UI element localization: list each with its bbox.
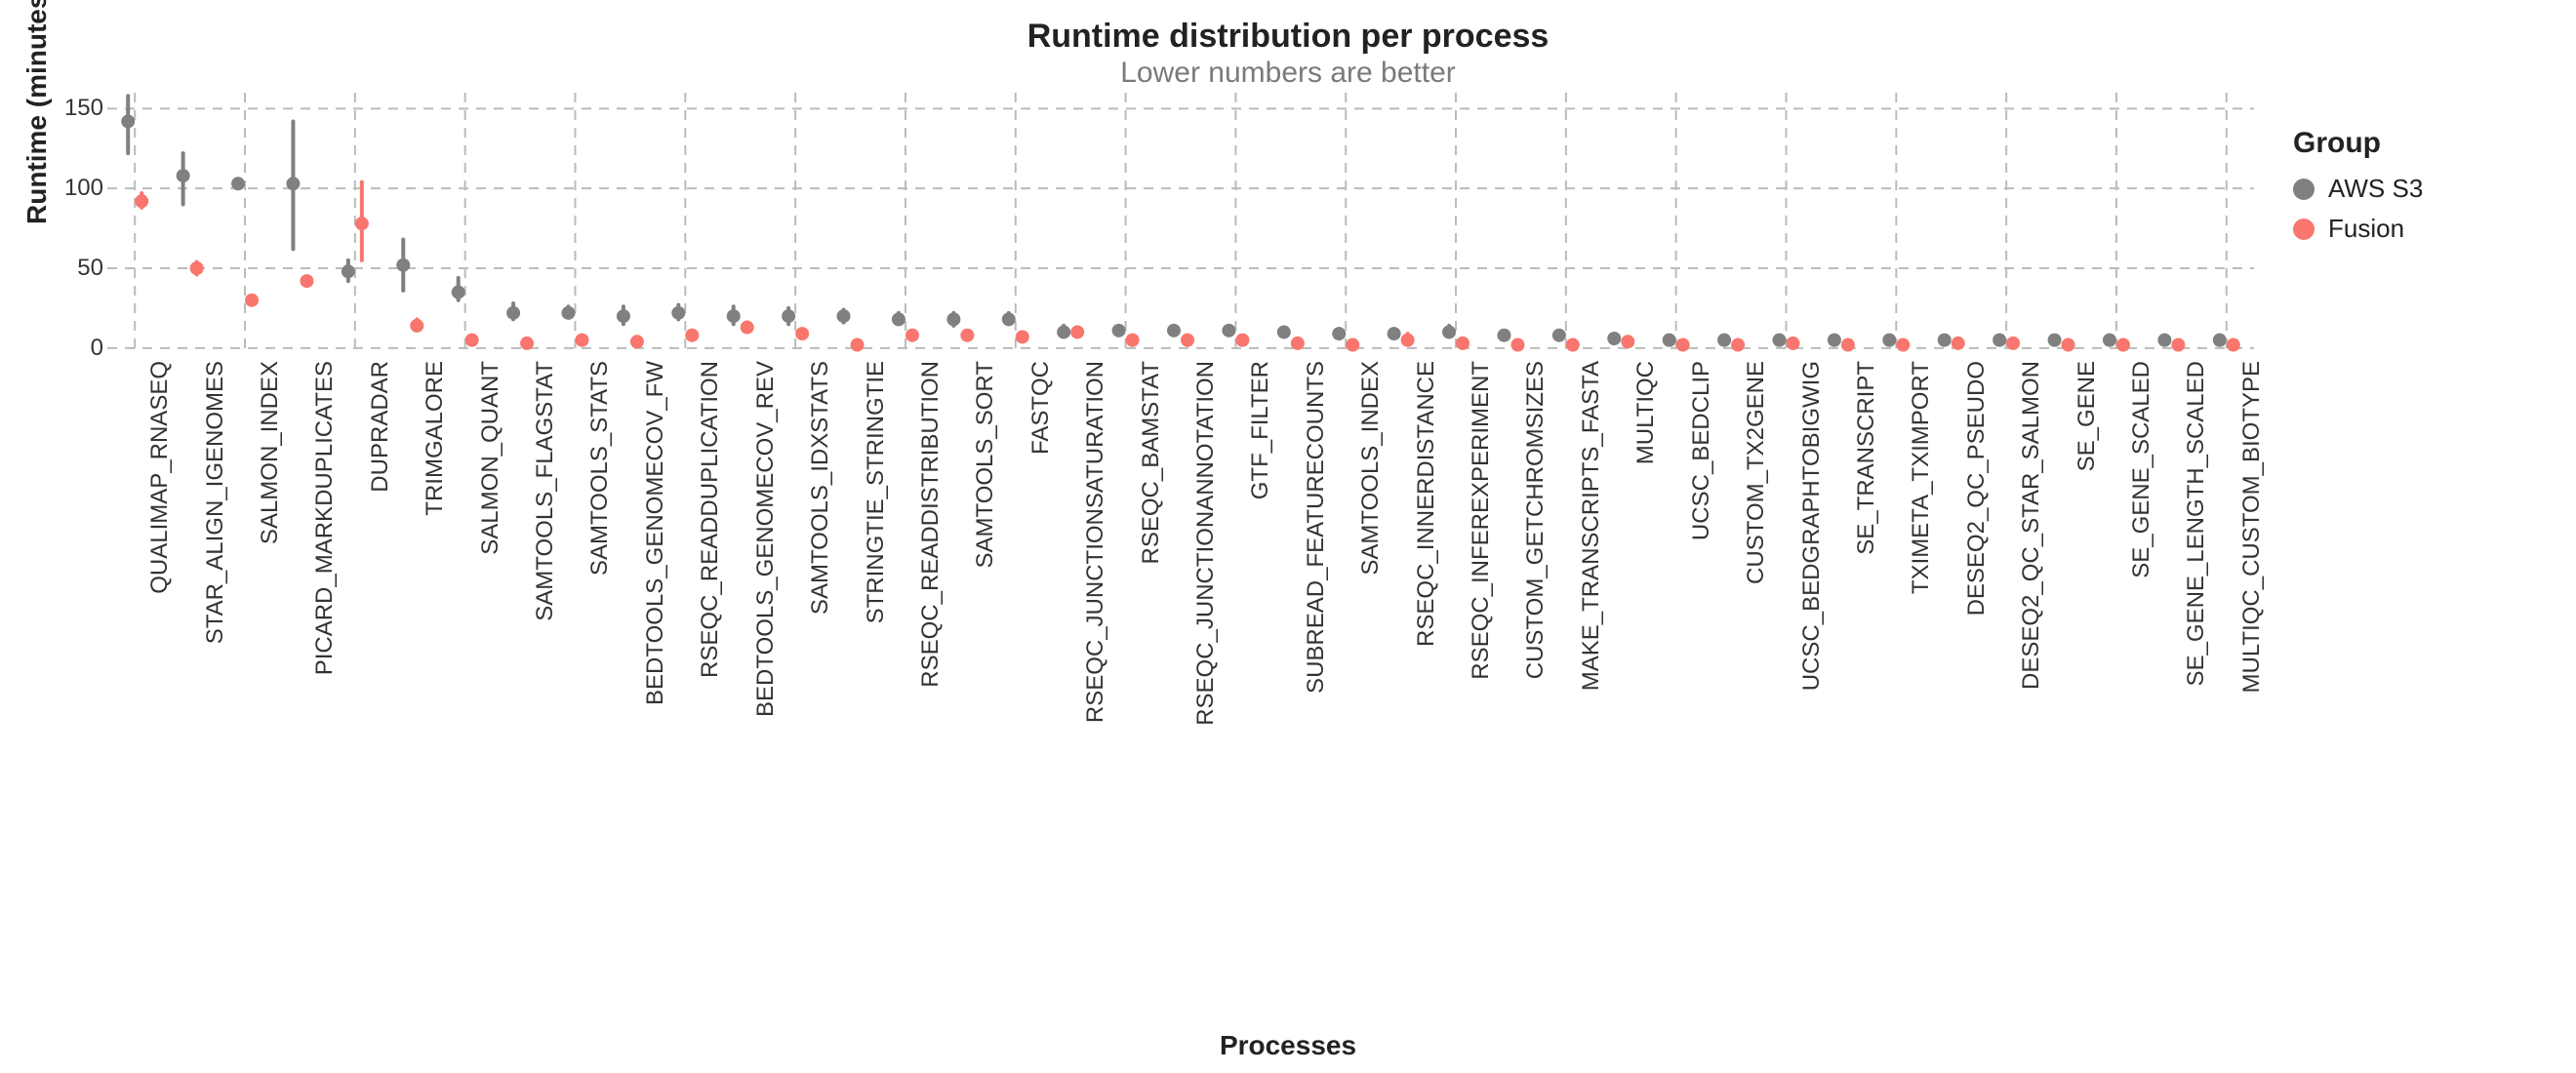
x-tick-label: CUSTOM_TX2GENE	[1743, 361, 1770, 584]
x-tick-label: RSEQC_BAMSTAT	[1138, 361, 1165, 564]
x-tick-label: DESEQ2_QC_STAR_SALMON	[2018, 361, 2045, 690]
x-tick-labels: QUALIMAP_RNASEQ STAR_ALIGN_IGENOMES SALMON…	[107, 361, 2254, 966]
legend-item-aws-s3: AWS S3	[2293, 174, 2508, 204]
plot-area: 050100150	[107, 93, 2254, 356]
x-axis-label: Processes	[0, 1030, 2576, 1061]
x-tick-label: UCSC_BEDCLIP	[1688, 361, 1715, 540]
x-tick-label: SALMON_QUANT	[477, 361, 504, 555]
legend-label: AWS S3	[2328, 174, 2423, 204]
x-tick-label: RSEQC_INNERDISTANCE	[1413, 361, 1440, 647]
x-tick-label: SAMTOOLS_SORT	[972, 361, 999, 569]
y-tick-label: 100	[45, 175, 103, 202]
x-tick-label: SAMTOOLS_FLAGSTAT	[532, 361, 559, 621]
x-tick-label: SAMTOOLS_STATS	[586, 361, 614, 576]
x-tick-label: GTF_FILTER	[1247, 361, 1274, 499]
x-tick-label: RSEQC_INFEREXPERIMENT	[1468, 361, 1495, 680]
x-tick-label: QUALIMAP_RNASEQ	[146, 361, 174, 594]
x-tick-label: RSEQC_JUNCTIONSATURATION	[1082, 361, 1109, 723]
x-tick-label: DESEQ2_QC_PSEUDO	[1963, 361, 1991, 616]
runtime-distribution-chart: Runtime distribution per process Lower n…	[0, 0, 2576, 1073]
legend-label: Fusion	[2328, 214, 2404, 244]
chart-title: Runtime distribution per process	[0, 18, 2576, 56]
x-tick-label: SE_GENE	[2073, 361, 2101, 471]
x-tick-label: BEDTOOLS_GENOMECOV_REV	[752, 361, 780, 717]
circle-icon	[2293, 219, 2314, 240]
legend-title: Group	[2293, 127, 2508, 160]
x-tick-label: RSEQC_READDUPLICATION	[697, 361, 724, 678]
legend-item-fusion: Fusion	[2293, 214, 2508, 244]
x-tick-label: SE_TRANSCRIPT	[1853, 361, 1880, 555]
x-tick-label: MULTIQC	[1632, 361, 1660, 464]
x-tick-label: SALMON_INDEX	[257, 361, 284, 544]
x-tick-label: RSEQC_READDISTRIBUTION	[917, 361, 945, 688]
x-tick-label: RSEQC_JUNCTIONANNOTATION	[1192, 361, 1220, 726]
x-tick-label: FASTQC	[1027, 361, 1055, 455]
x-tick-label: BEDTOOLS_GENOMECOV_FW	[642, 361, 669, 705]
x-tick-label: DUPRADAR	[367, 361, 394, 493]
y-tick-label: 0	[45, 335, 103, 362]
x-tick-label: MULTIQC_CUSTOM_BIOTYPE	[2238, 361, 2266, 694]
circle-icon	[2293, 179, 2314, 200]
chart-subtitle: Lower numbers are better	[0, 57, 2576, 90]
x-tick-label: SE_GENE_SCALED	[2128, 361, 2155, 578]
y-tick-label: 50	[45, 255, 103, 282]
x-tick-label: STAR_ALIGN_IGENOMES	[202, 361, 229, 644]
x-tick-label: UCSC_BEDGRAPHTOBIGWIG	[1798, 361, 1826, 691]
x-tick-label: CUSTOM_GETCHROMSIZES	[1522, 361, 1550, 679]
y-tick-label: 150	[45, 95, 103, 122]
x-tick-label: STRINGTIE_STRINGTIE	[863, 361, 890, 623]
x-tick-label: SAMTOOLS_INDEX	[1357, 361, 1385, 576]
legend: Group AWS S3 Fusion	[2293, 127, 2508, 254]
x-tick-label: TXIMETA_TXIMPORT	[1908, 361, 1935, 594]
x-tick-label: MAKE_TRANSCRIPTS_FASTA	[1578, 361, 1605, 691]
x-tick-label: PICARD_MARKDUPLICATES	[311, 361, 339, 675]
x-tick-label: SE_GENE_LENGTH_SCALED	[2183, 361, 2210, 686]
x-tick-label: SAMTOOLS_IDXSTATS	[807, 361, 834, 615]
x-tick-label: SUBREAD_FEATURECOUNTS	[1303, 361, 1330, 694]
x-tick-label: TRIMGALORE	[422, 361, 449, 516]
